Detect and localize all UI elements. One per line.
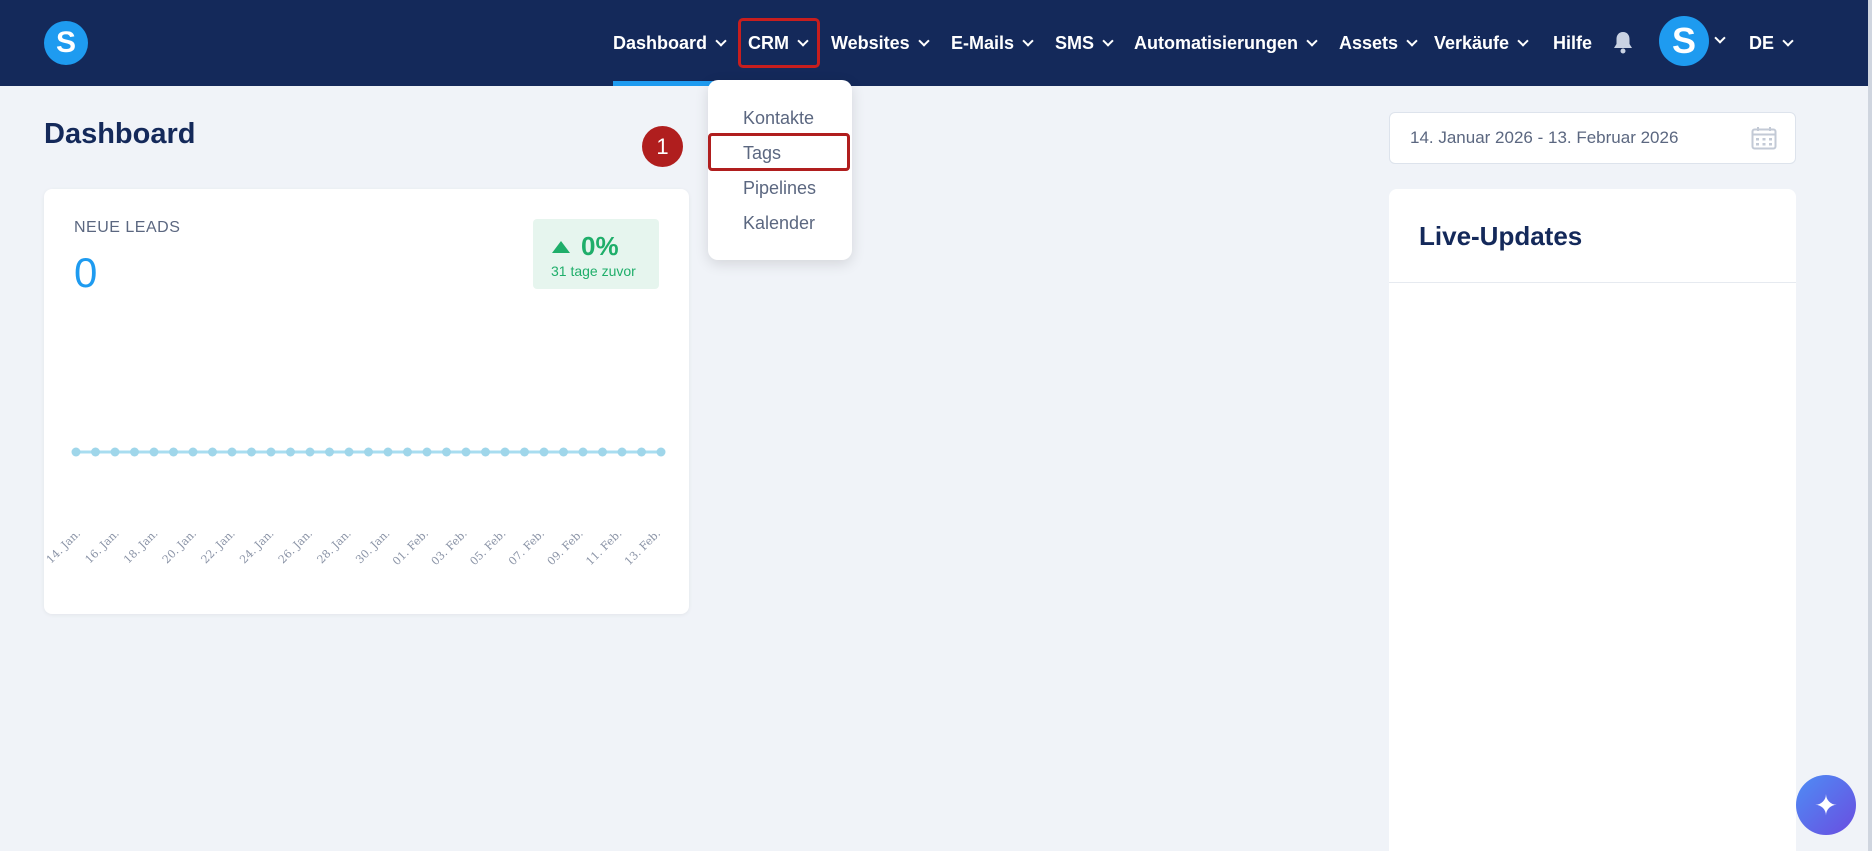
- neue-leads-card: NEUE LEADS 0 0% 31 tage zuvor 14. Jan. 16…: [44, 189, 689, 614]
- avatar-menu-toggle[interactable]: [1714, 30, 1730, 50]
- chart-point[interactable]: [247, 447, 256, 457]
- chart-point[interactable]: [286, 447, 295, 457]
- x-tick-label: 14. Jan.: [44, 527, 83, 566]
- x-tick-label: 24. Jan.: [237, 527, 276, 566]
- chart-point[interactable]: [110, 447, 120, 457]
- chart-point[interactable]: [656, 447, 666, 457]
- x-tick-label: 11. Feb.: [583, 527, 624, 568]
- x-tick-label: 30. Jan.: [353, 527, 392, 566]
- x-tick-label: 13. Feb.: [622, 527, 663, 568]
- x-tick-label: 07. Feb.: [506, 527, 547, 568]
- chevron-down-icon: [1306, 34, 1318, 47]
- chart-point[interactable]: [344, 447, 354, 457]
- chart-point[interactable]: [169, 447, 178, 457]
- ai-assistant-button[interactable]: ✦: [1796, 775, 1856, 835]
- x-tick-label: 03. Feb.: [429, 527, 470, 568]
- nav-item-dashboard[interactable]: Dashboard: [613, 0, 727, 86]
- nav-item-automatisierungen[interactable]: Automatisierungen: [1134, 0, 1318, 86]
- sparkle-icon: ✦: [1814, 789, 1838, 821]
- chart-point[interactable]: [188, 447, 198, 457]
- language-label: DE: [1749, 32, 1775, 53]
- step-number-badge: 1: [642, 126, 683, 167]
- nav-item-label: Websites: [831, 32, 910, 53]
- calendar-icon[interactable]: [1751, 126, 1777, 150]
- x-tick-label: 18. Jan.: [121, 527, 160, 566]
- scrollbar[interactable]: [1868, 0, 1872, 851]
- chevron-down-icon: [918, 34, 930, 47]
- menu-item-pipelines[interactable]: Pipelines: [743, 178, 816, 199]
- chart-point[interactable]: [71, 447, 81, 457]
- chevron-down-icon: [1517, 34, 1529, 47]
- tags-highlight-box: [708, 133, 850, 171]
- chart-point[interactable]: [442, 447, 451, 457]
- nav-item-websites[interactable]: Websites: [831, 0, 930, 86]
- nav-item-label: Verkäufe: [1434, 32, 1510, 53]
- nav-item-label: Dashboard: [613, 32, 708, 53]
- x-tick-label: 28. Jan.: [315, 527, 354, 566]
- chart-point[interactable]: [403, 447, 412, 457]
- user-avatar[interactable]: S: [1659, 16, 1709, 66]
- nav-item-assets[interactable]: Assets: [1339, 0, 1418, 86]
- chart-point[interactable]: [578, 447, 588, 457]
- language-selector[interactable]: DE: [1749, 0, 1794, 86]
- brand-logo[interactable]: S: [44, 21, 88, 65]
- chart-point[interactable]: [266, 447, 276, 457]
- chevron-down-icon: [1022, 34, 1034, 47]
- chart-point[interactable]: [500, 447, 510, 457]
- x-tick-label: 16. Jan.: [83, 527, 122, 566]
- chart-point[interactable]: [130, 447, 139, 457]
- date-range-value: 14. Januar 2026 - 13. Februar 2026: [1410, 128, 1679, 147]
- x-tick-label: 01. Feb.: [390, 527, 431, 568]
- chart-point[interactable]: [227, 447, 237, 457]
- nav-item-verkaufe[interactable]: Verkäufe: [1434, 0, 1529, 86]
- chart-point[interactable]: [91, 447, 100, 457]
- crm-highlight-box: [738, 18, 820, 68]
- chart-point[interactable]: [364, 447, 373, 457]
- live-updates-title: Live-Updates: [1419, 221, 1583, 251]
- nav-item-hilfe[interactable]: Hilfe: [1553, 0, 1592, 86]
- nav-item-label: Hilfe: [1553, 32, 1593, 53]
- date-range-picker[interactable]: 14. Januar 2026 - 13. Februar 2026: [1389, 112, 1796, 164]
- active-tab-indicator: [613, 81, 713, 86]
- chart-point[interactable]: [149, 447, 159, 457]
- leads-line-chart: 14. Jan. 16. Jan. 18. Jan. 20. Jan. 22. Jan.…: [44, 447, 666, 568]
- nav-item-label: Automatisierungen: [1134, 32, 1299, 53]
- nav-item-emails[interactable]: E-Mails: [951, 0, 1034, 86]
- chart-point[interactable]: [305, 447, 315, 457]
- x-tick-label: 20. Jan.: [160, 527, 199, 566]
- chart-point[interactable]: [520, 447, 529, 457]
- nav-item-label: E-Mails: [951, 32, 1015, 53]
- chart-point[interactable]: [461, 447, 471, 457]
- chart-point[interactable]: [617, 447, 627, 457]
- chevron-down-icon: [1102, 34, 1114, 47]
- x-tick-label: 05. Feb.: [467, 527, 508, 568]
- x-tick-label: 22. Jan.: [199, 527, 238, 566]
- nav-item-sms[interactable]: SMS: [1055, 0, 1114, 86]
- chevron-down-icon: [1406, 34, 1418, 47]
- chart-point[interactable]: [481, 447, 490, 457]
- nav-item-label: SMS: [1055, 32, 1095, 53]
- chart-point[interactable]: [539, 447, 549, 457]
- page-title: Dashboard: [44, 118, 196, 150]
- bell-icon[interactable]: [1612, 30, 1634, 54]
- live-updates-panel: Live-Updates: [1389, 189, 1796, 851]
- x-tick-label: 26. Jan.: [276, 527, 315, 566]
- divider: [1389, 282, 1796, 283]
- chart-point[interactable]: [325, 447, 334, 457]
- top-navigation-bar: S Dashboard CRM Websites E-Mails SMS Aut…: [0, 0, 1868, 86]
- x-tick-label: 09. Feb.: [545, 527, 586, 568]
- chevron-down-icon: [1714, 31, 1726, 44]
- chart-point[interactable]: [598, 447, 607, 457]
- chevron-down-icon: [715, 34, 727, 47]
- chart-point[interactable]: [422, 447, 432, 457]
- chevron-down-icon: [1782, 34, 1794, 47]
- nav-item-label: Assets: [1339, 32, 1399, 53]
- chart-point[interactable]: [208, 447, 217, 457]
- menu-item-kontakte[interactable]: Kontakte: [743, 108, 814, 129]
- menu-item-kalender[interactable]: Kalender: [743, 213, 815, 234]
- chart-point[interactable]: [637, 447, 646, 457]
- chart-point[interactable]: [383, 447, 393, 457]
- chart-point[interactable]: [559, 447, 568, 457]
